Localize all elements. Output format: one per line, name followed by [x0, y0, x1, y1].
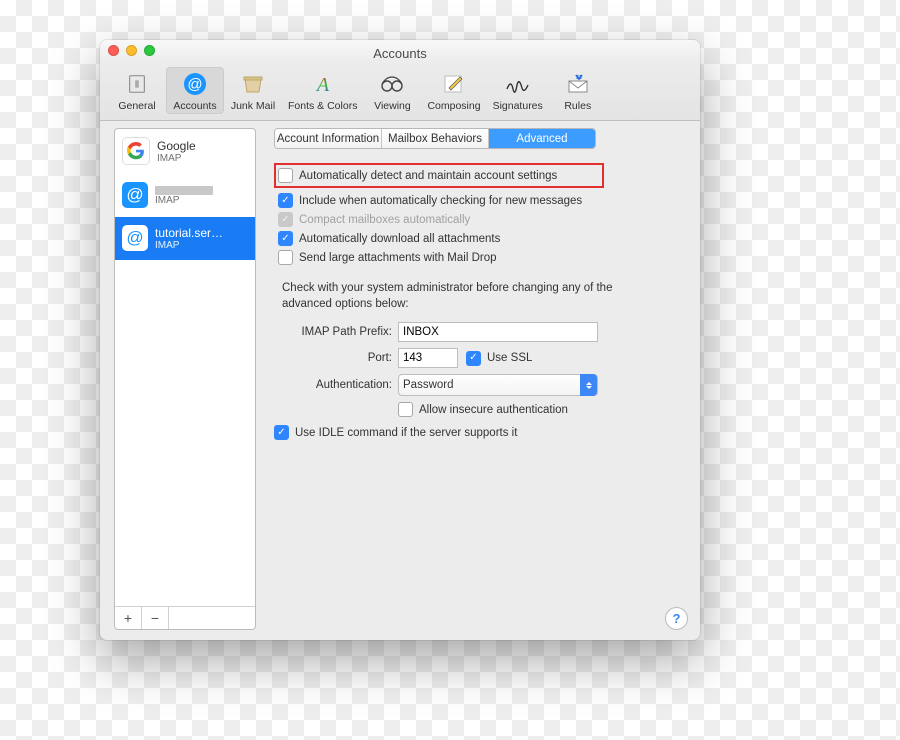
settings-pane: Account Information Mailbox Behaviors Ad…: [256, 118, 700, 640]
auth-label: Authentication:: [274, 379, 392, 391]
maildrop-checkbox[interactable]: [278, 250, 293, 265]
port-input[interactable]: [398, 348, 458, 368]
download-attachments-label: Automatically download all attachments: [299, 233, 500, 245]
toolbar-rules[interactable]: Rules: [549, 67, 607, 114]
toolbar: General @ Accounts Junk Mail A Fonts & C…: [100, 63, 700, 121]
tab-advanced[interactable]: Advanced: [489, 129, 595, 148]
tab-bar: Account Information Mailbox Behaviors Ad…: [274, 128, 596, 149]
account-name-redacted: [155, 186, 213, 195]
auth-value: Password: [403, 379, 454, 391]
fonts-icon: A: [309, 70, 337, 98]
advanced-settings: Automatically detect and maintain accoun…: [274, 163, 682, 442]
titlebar: Accounts: [100, 40, 700, 63]
svg-text:A: A: [315, 74, 330, 95]
highlighted-setting: Automatically detect and maintain accoun…: [274, 163, 604, 188]
port-label: Port:: [274, 352, 392, 364]
accounts-list: Google IMAP @ IMAP @ tutorial.ser… IMAP: [115, 129, 255, 606]
toolbar-label: Signatures: [493, 100, 543, 112]
zoom-button[interactable]: [144, 45, 155, 56]
at-icon: @: [122, 225, 148, 251]
accounts-sidebar: Google IMAP @ IMAP @ tutorial.ser… IMAP: [114, 128, 256, 630]
remove-account-button[interactable]: −: [142, 607, 169, 629]
auto-detect-label: Automatically detect and maintain accoun…: [299, 170, 557, 182]
toolbar-label: Viewing: [374, 100, 411, 112]
window-title: Accounts: [108, 46, 692, 61]
account-row-imap[interactable]: @ IMAP: [115, 174, 255, 217]
use-ssl-checkbox[interactable]: [466, 351, 481, 366]
toolbar-label: General: [118, 100, 155, 112]
account-protocol: IMAP: [157, 153, 196, 164]
close-button[interactable]: [108, 45, 119, 56]
maildrop-label: Send large attachments with Mail Drop: [299, 252, 497, 264]
compact-label: Compact mailboxes automatically: [299, 214, 470, 226]
toolbar-general[interactable]: General: [108, 67, 166, 114]
admin-warning: Check with your system administrator bef…: [282, 281, 622, 312]
help-button[interactable]: ?: [665, 607, 688, 630]
svg-text:@: @: [187, 76, 202, 93]
tab-account-info[interactable]: Account Information: [275, 129, 382, 148]
toolbar-signatures[interactable]: Signatures: [487, 67, 549, 114]
chevron-updown-icon: [580, 374, 597, 396]
toolbar-label: Accounts: [173, 100, 216, 112]
allow-insecure-label: Allow insecure authentication: [419, 404, 568, 416]
toolbar-label: Rules: [564, 100, 591, 112]
include-check-checkbox[interactable]: [278, 193, 293, 208]
composing-icon: [440, 70, 468, 98]
account-name: tutorial.ser…: [155, 226, 223, 240]
signatures-icon: [504, 70, 532, 98]
idle-label: Use IDLE command if the server supports …: [295, 427, 517, 439]
traffic-lights: [108, 45, 155, 56]
imap-prefix-input[interactable]: [398, 322, 598, 342]
general-icon: [123, 70, 151, 98]
toolbar-junk[interactable]: Junk Mail: [224, 67, 282, 114]
toolbar-viewing[interactable]: Viewing: [363, 67, 421, 114]
sidebar-footer: + −: [115, 606, 255, 629]
download-attachments-checkbox[interactable]: [278, 231, 293, 246]
use-ssl-label: Use SSL: [487, 352, 532, 364]
junk-icon: [239, 70, 267, 98]
include-check-label: Include when automatically checking for …: [299, 195, 582, 207]
minimize-button[interactable]: [126, 45, 137, 56]
compact-checkbox: [278, 212, 293, 227]
toolbar-composing[interactable]: Composing: [421, 67, 486, 114]
tab-mailbox-behaviors[interactable]: Mailbox Behaviors: [382, 129, 489, 148]
preferences-window: Accounts General @ Accounts Junk Mail A …: [100, 40, 700, 640]
auto-detect-checkbox[interactable]: [278, 168, 293, 183]
account-row-google[interactable]: Google IMAP: [115, 129, 255, 174]
idle-checkbox[interactable]: [274, 425, 289, 440]
account-protocol: IMAP: [155, 195, 213, 206]
add-account-button[interactable]: +: [115, 607, 142, 629]
toolbar-label: Composing: [427, 100, 480, 112]
account-protocol: IMAP: [155, 240, 223, 251]
toolbar-label: Junk Mail: [231, 100, 275, 112]
rules-icon: [564, 70, 592, 98]
account-name: Google: [157, 139, 196, 153]
google-icon: [122, 137, 150, 165]
account-row-tutorial[interactable]: @ tutorial.ser… IMAP: [115, 217, 255, 260]
content-area: Google IMAP @ IMAP @ tutorial.ser… IMAP: [100, 118, 700, 640]
accounts-icon: @: [181, 70, 209, 98]
at-icon: @: [122, 182, 148, 208]
toolbar-label: Fonts & Colors: [288, 100, 357, 112]
imap-prefix-label: IMAP Path Prefix:: [274, 326, 392, 338]
toolbar-fonts[interactable]: A Fonts & Colors: [282, 67, 363, 114]
viewing-icon: [378, 70, 406, 98]
allow-insecure-checkbox[interactable]: [398, 402, 413, 417]
toolbar-accounts[interactable]: @ Accounts: [166, 67, 224, 114]
auth-select[interactable]: Password: [398, 374, 598, 396]
